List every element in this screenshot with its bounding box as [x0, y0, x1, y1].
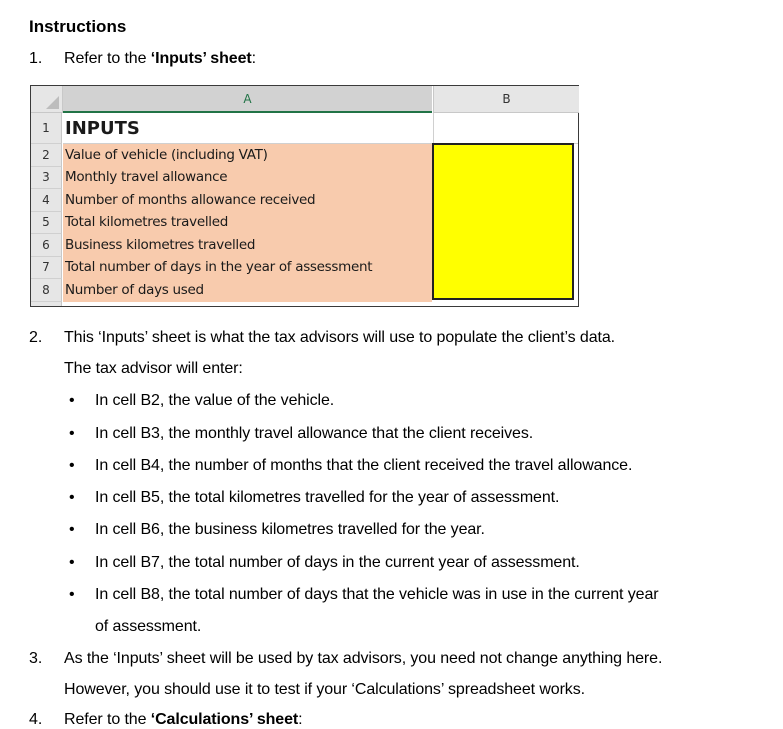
row-header-5: 5 [31, 212, 62, 234]
cell-a8-label: Number of days used [63, 279, 432, 302]
bullet-icon: • [69, 521, 75, 538]
row-header-3: 3 [31, 167, 62, 189]
bullet-icon: • [69, 457, 75, 474]
item-2-number: 2. [29, 329, 43, 346]
inputs-sheet-screenshot: A B 1 INPUTS 2 Value of vehicle (includi… [30, 85, 579, 307]
row-header-7: 7 [31, 257, 62, 279]
bullet-b8: In cell B8, the total number of days tha… [95, 586, 659, 603]
cell-a5-label: Total kilometres travelled [63, 212, 432, 234]
item-1-text: Refer to the ‘Inputs’ sheet: [64, 50, 256, 68]
inputs-sheet-reference: ‘Inputs’ sheet [150, 50, 252, 67]
cell-a2-label: Value of vehicle (including VAT) [63, 144, 432, 167]
item-4-suffix: : [298, 711, 303, 728]
bullet-b7: In cell B7, the total number of days in … [95, 554, 580, 571]
row-header-9-partial [31, 302, 62, 306]
bullet-b3: In cell B3, the monthly travel allowance… [95, 425, 534, 442]
item-3-line-2: However, you should use it to test if yo… [64, 681, 585, 698]
column-header-b: B [433, 86, 579, 113]
bullet-b5: In cell B5, the total kilometres travell… [95, 489, 560, 506]
cell-a1-title: INPUTS [63, 113, 432, 144]
row-header-2: 2 [31, 144, 62, 167]
row-header-4: 4 [31, 189, 62, 212]
bullet-icon: • [69, 425, 75, 442]
item-4-number: 4. [29, 711, 43, 728]
calculations-sheet-reference: ‘Calculations’ sheet [150, 711, 299, 728]
cell-a7-label: Total number of days in the year of asse… [63, 257, 432, 279]
input-cells-b2-b8 [432, 143, 574, 300]
bullet-b2: In cell B2, the value of the vehicle. [95, 392, 335, 409]
bullet-icon: • [69, 586, 75, 603]
column-header-a: A [63, 86, 432, 113]
instructions-heading: Instructions [29, 17, 127, 36]
item-1-prefix: Refer to the [64, 50, 151, 67]
cell-a6-label: Business kilometres travelled [63, 234, 432, 257]
item-2-line-1: This ‘Inputs’ sheet is what the tax advi… [64, 329, 616, 346]
bullet-icon: • [69, 554, 75, 571]
select-all-corner [31, 86, 63, 113]
row-header-1: 1 [31, 113, 62, 144]
cell-a4-label: Number of months allowance received [63, 189, 432, 212]
row-header-6: 6 [31, 234, 62, 257]
item-1-number: 1. [29, 50, 43, 67]
cell-b1 [433, 113, 578, 144]
item-1-suffix: : [251, 50, 256, 67]
item-4-prefix: Refer to the [64, 711, 151, 728]
bullet-b8-continuation: of assessment. [95, 618, 202, 635]
item-2-line-2: The tax advisor will enter: [64, 360, 243, 377]
item-3-line-1: As the ‘Inputs’ sheet will be used by ta… [64, 650, 663, 667]
row-header-8: 8 [31, 279, 62, 302]
bullet-icon: • [69, 489, 75, 506]
corner-triangle-icon [46, 96, 59, 109]
bullet-b4: In cell B4, the number of months that th… [95, 457, 633, 474]
item-4-text: Refer to the ‘Calculations’ sheet: [64, 711, 303, 729]
cell-a3-label: Monthly travel allowance [63, 167, 432, 189]
bullet-icon: • [69, 392, 75, 409]
bullet-b6: In cell B6, the business kilometres trav… [95, 521, 485, 538]
item-3-number: 3. [29, 650, 43, 667]
